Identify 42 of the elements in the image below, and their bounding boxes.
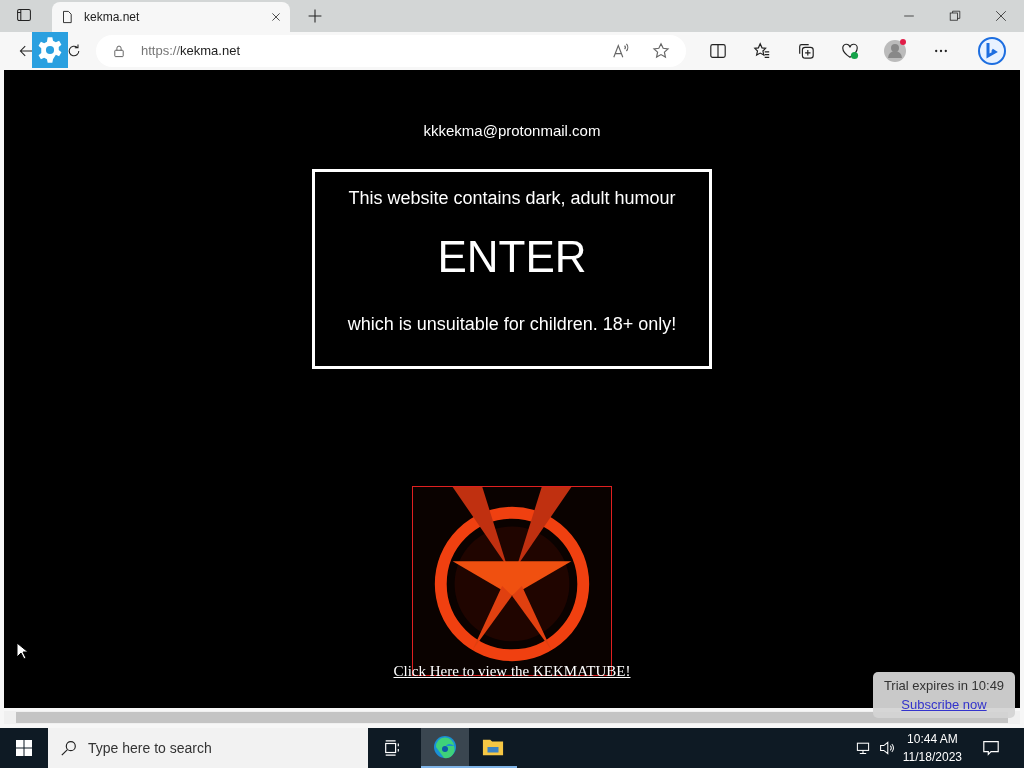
edge-taskbar-button[interactable] [421, 728, 469, 768]
tab-actions-icon[interactable] [16, 7, 32, 23]
task-view-icon[interactable] [383, 739, 401, 757]
restore-icon[interactable] [949, 10, 961, 22]
back-icon[interactable] [18, 43, 34, 59]
search-placeholder: Type here to search [88, 738, 212, 758]
new-tab-icon[interactable] [307, 8, 323, 24]
clock[interactable]: 10:44 AM 11/18/2023 [902, 730, 962, 766]
search-field[interactable]: Type here to search [48, 728, 368, 768]
refresh-icon[interactable] [66, 43, 82, 59]
enter-button[interactable]: This website contains dark, adult humour ENTER which is unsuitable for children. 18+ only! [312, 168, 712, 369]
tab-title: kekma.net [84, 9, 141, 26]
subscribe-link[interactable]: Subscribe now [901, 695, 987, 715]
page-icon [60, 9, 74, 25]
browser-logo-icon [433, 735, 457, 759]
health-heart-icon[interactable] [841, 42, 859, 60]
mouse-pointer-icon [16, 642, 28, 660]
read-aloud-icon[interactable] [612, 42, 630, 60]
browser-tab[interactable]: kekma.net [52, 2, 290, 32]
close-icon[interactable] [995, 10, 1007, 22]
warning-text: This website contains dark, adult humour [348, 186, 676, 210]
lock-icon [112, 44, 126, 58]
email-text: kkkekma@protonmail.com [423, 121, 601, 141]
time-text: 10:44 AM [907, 731, 958, 748]
star-icon[interactable] [652, 42, 670, 60]
close-icon[interactable] [270, 11, 282, 23]
horizontal-scrollbar[interactable] [4, 711, 1020, 724]
split-screen-icon[interactable] [709, 42, 727, 60]
trial-text: Trial expires in 10:49 [883, 676, 1005, 695]
enter-label: ENTER [437, 234, 587, 279]
volume-icon[interactable] [878, 740, 895, 756]
warning-text: which is unsuitable for children. 18+ only! [347, 312, 677, 336]
favorites-icon[interactable] [753, 42, 771, 60]
url-text: https://kekma.net [141, 42, 240, 61]
profile-avatar-icon[interactable] [883, 39, 907, 63]
windows-start-icon[interactable] [16, 740, 32, 756]
chat-bubble-icon[interactable] [977, 36, 1007, 66]
notification-icon[interactable] [982, 739, 1000, 757]
date-text: 11/18/2023 [902, 749, 962, 766]
collections-icon[interactable] [797, 42, 815, 60]
address-bar[interactable]: https://kekma.net [96, 35, 686, 67]
search-icon [60, 739, 78, 757]
